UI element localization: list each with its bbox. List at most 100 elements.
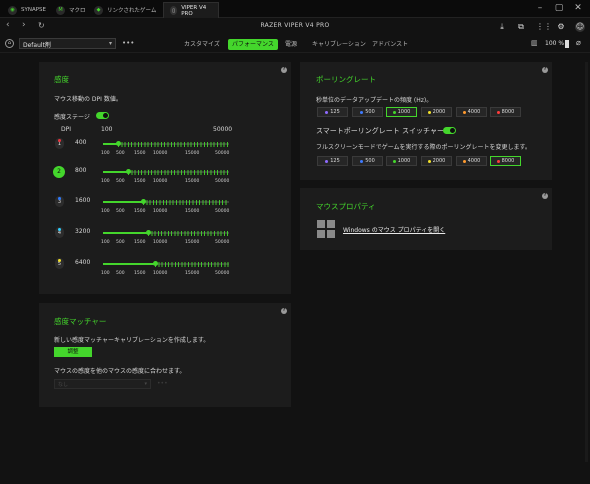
matcher-mouse-select[interactable]: なし ▾ xyxy=(54,379,151,389)
dpi-scale-label: 500 xyxy=(116,209,125,214)
dpi-scale-label: 500 xyxy=(116,271,125,276)
polling-rate-500-button[interactable]: 500 xyxy=(352,107,383,117)
dpi-scale-label: 10000 xyxy=(153,240,168,245)
stage-5-slider-knob[interactable] xyxy=(152,261,158,266)
polling-rate-4000-button[interactable]: 4000 xyxy=(456,107,487,117)
battery-label: 100 % xyxy=(545,40,565,47)
tab-linked-games-label: リンクされたゲーム xyxy=(107,8,157,14)
mouse-properties-link[interactable]: Windows のマウス プロパティを開く xyxy=(343,225,445,234)
polling-rate-125-button[interactable]: 125 xyxy=(317,156,348,166)
dpi-scale-label: 100 xyxy=(101,240,110,245)
polling-rate-label: 2000 xyxy=(432,109,446,115)
stage-2-slider-fill xyxy=(103,171,129,173)
profile-select-value: Default剤 xyxy=(23,42,51,49)
stage-4-dpi-value[interactable]: 3200 xyxy=(75,228,90,235)
polling-rate-8000-button[interactable]: 8000 xyxy=(490,156,521,166)
stage-2-slider-ticks xyxy=(128,170,229,175)
help-icon[interactable]: ? xyxy=(542,67,548,73)
rate-color-dot xyxy=(427,159,431,163)
settings-icon[interactable]: ⚙ xyxy=(556,22,566,32)
dpi-scale-label: 10000 xyxy=(153,209,168,214)
macro-icon: M xyxy=(56,5,65,15)
devices-icon[interactable]: ⧉ xyxy=(516,22,526,32)
dpi-scale-label: 10000 xyxy=(153,271,168,276)
tab-power[interactable]: 電源 xyxy=(281,39,301,50)
stage-1-icon[interactable]: 1 xyxy=(55,138,64,149)
polling-rate-label: 2000 xyxy=(432,158,446,164)
sensitivity-matcher-panel: 感度マッチャー ? 新しい感度マッチャーキャリブレーションを作成します。 調整 … xyxy=(39,303,291,407)
polling-rate-label: 8000 xyxy=(501,158,515,164)
calibrate-button[interactable]: 調整 xyxy=(54,347,92,357)
profile-icon[interactable]: ⌂ xyxy=(5,39,14,48)
polling-rate-4000-button[interactable]: 4000 xyxy=(456,156,487,166)
polling-rate-2000-button[interactable]: 2000 xyxy=(421,107,452,117)
smart-polling-toggle[interactable] xyxy=(443,127,456,134)
apps-grid-icon[interactable]: ⋮⋮ xyxy=(536,22,552,32)
polling-rate-label: 1000 xyxy=(397,158,411,164)
polling-rate-1000-button[interactable]: 1000 xyxy=(386,156,417,166)
sensitivity-title: 感度 xyxy=(54,75,69,84)
polling-rate-125-button[interactable]: 125 xyxy=(317,107,348,117)
tab-customize[interactable]: カスタマイズ xyxy=(180,39,224,50)
stage-3-icon[interactable]: 3 xyxy=(55,196,64,207)
mouse-device-icon: ⌀ xyxy=(576,38,581,47)
stage-1-dpi-value[interactable]: 400 xyxy=(75,139,86,146)
sensitivity-desc: マウス移動の DPI 数値。 xyxy=(54,96,122,103)
polling-rate-1000-button[interactable]: 1000 xyxy=(386,107,417,117)
help-icon[interactable]: ? xyxy=(542,193,548,199)
tab-performance[interactable]: パフォーマンス xyxy=(228,39,278,50)
close-icon[interactable]: ✕ xyxy=(571,3,585,13)
help-icon[interactable]: ? xyxy=(281,308,287,314)
stage-3-dpi-value[interactable]: 1600 xyxy=(75,197,90,204)
stage-4-slider-ticks xyxy=(148,231,229,236)
dpi-max-label: 50000 xyxy=(213,126,233,133)
stage-color-dot xyxy=(58,228,61,231)
book-icon[interactable]: ▥ xyxy=(531,39,538,47)
tab-viper-v4-pro[interactable]: ▯ VIPER V4 PRO xyxy=(163,2,219,18)
user-avatar-icon[interactable]: ☺ xyxy=(575,22,585,32)
polling-rate-500-button[interactable]: 500 xyxy=(352,156,383,166)
stage-5-icon[interactable]: 5 xyxy=(55,258,64,269)
dpi-scale-label: 1500 xyxy=(134,209,146,214)
tab-advanced[interactable]: アドバンスト xyxy=(368,39,412,50)
rate-color-dot xyxy=(462,110,466,114)
polling-rate-label: 500 xyxy=(365,158,375,164)
stage-4-icon[interactable]: 4 xyxy=(55,227,64,238)
sensitivity-stages-toggle[interactable] xyxy=(96,112,109,119)
dpi-scale-label: 50000 xyxy=(215,240,230,245)
stage-5-dpi-value[interactable]: 6400 xyxy=(75,259,90,266)
rate-color-dot xyxy=(325,110,329,114)
chevron-down-icon: ▾ xyxy=(144,381,147,387)
scrollbar[interactable] xyxy=(585,62,588,462)
dpi-scale-label: 500 xyxy=(116,240,125,245)
nav-row: ‹ › ↻ RAZER VIPER V4 PRO ⤓ ⧉ ⋮⋮ ⚙ ☺ xyxy=(0,18,590,34)
dpi-min-label: 100 xyxy=(101,126,113,133)
polling-rate-2000-button[interactable]: 2000 xyxy=(421,156,452,166)
maximize-icon[interactable]: ▢ xyxy=(552,3,566,13)
dpi-scale-label: 15000 xyxy=(185,271,200,276)
polling-title: ポーリングレート xyxy=(316,75,376,84)
tab-macro[interactable]: M マクロ xyxy=(50,2,92,18)
dpi-scale-label: 1500 xyxy=(134,240,146,245)
tab-calibration[interactable]: キャリブレーション xyxy=(308,39,370,50)
polling-rate-8000-button[interactable]: 8000 xyxy=(490,107,521,117)
rate-color-dot xyxy=(325,159,329,163)
stage-5-slider-ticks xyxy=(154,262,229,267)
stage-2-icon[interactable]: 2 xyxy=(53,166,65,178)
dpi-scale-label: 1500 xyxy=(134,151,146,156)
stage-color-dot xyxy=(58,139,61,142)
dpi-scale-label: 500 xyxy=(116,151,125,156)
mouse-props-title: マウスプロパティ xyxy=(316,202,376,211)
tab-synapse[interactable]: ◉ SYNAPSE xyxy=(2,2,52,18)
dpi-scale-label: 50000 xyxy=(215,209,230,214)
minimize-icon[interactable]: – xyxy=(533,3,547,13)
download-icon[interactable]: ⤓ xyxy=(497,22,507,32)
stage-2-dpi-value[interactable]: 800 xyxy=(75,167,86,174)
profile-select[interactable]: Default剤 ▾ xyxy=(19,38,116,49)
tab-linked-games[interactable]: ◆ リンクされたゲーム xyxy=(88,2,162,18)
help-icon[interactable]: ? xyxy=(281,67,287,73)
dpi-scale-label: 50000 xyxy=(215,151,230,156)
matcher-desc: 新しい感度マッチャーキャリブレーションを作成します。 xyxy=(54,337,210,344)
sensitivity-stages-label: 感度ステージ xyxy=(54,114,90,121)
more-options-icon[interactable]: ••• xyxy=(122,39,134,47)
